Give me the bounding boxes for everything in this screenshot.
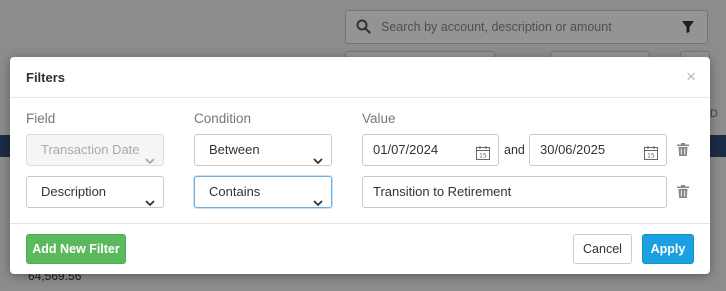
field-select-transaction-date: Transaction Date [26, 134, 164, 166]
modal-header: Filters × [10, 57, 710, 98]
filters-modal: Filters × Field Condition Value Transact… [10, 57, 710, 274]
value-column-label: Value [362, 111, 396, 126]
field-select-value: Transaction Date [41, 142, 140, 157]
date-to-value: 30/06/2025 [540, 142, 606, 157]
chevron-down-icon [313, 146, 323, 176]
modal-footer: Add New Filter Cancel Apply [10, 223, 710, 274]
calendar-icon[interactable]: 15 [475, 142, 491, 172]
trash-icon[interactable] [677, 143, 689, 159]
svg-text:15: 15 [647, 153, 655, 160]
cancel-button[interactable]: Cancel [573, 234, 632, 264]
condition-column-label: Condition [194, 111, 252, 126]
trash-icon[interactable] [677, 185, 689, 201]
and-label: and [504, 143, 525, 157]
add-new-filter-button[interactable]: Add New Filter [26, 234, 126, 264]
date-to-input[interactable]: 30/06/2025 15 [529, 134, 667, 166]
field-select-value: Description [41, 184, 107, 199]
calendar-icon[interactable]: 15 [643, 142, 659, 172]
close-icon[interactable]: × [686, 67, 696, 87]
date-from-value: 01/07/2024 [373, 142, 439, 157]
description-value-input[interactable]: Transition to Retirement [362, 176, 667, 208]
date-from-input[interactable]: 01/07/2024 15 [362, 134, 499, 166]
chevron-down-icon [145, 146, 155, 176]
condition-select-contains[interactable]: Contains [194, 176, 332, 208]
field-column-label: Field [26, 111, 56, 126]
condition-select-value: Between [209, 142, 260, 157]
field-select-description[interactable]: Description [26, 176, 164, 208]
svg-text:15: 15 [479, 153, 487, 160]
chevron-down-icon [145, 188, 155, 218]
condition-select-value: Contains [209, 184, 261, 199]
condition-select-between[interactable]: Between [194, 134, 332, 166]
modal-title: Filters [26, 70, 66, 85]
description-value: Transition to Retirement [373, 184, 512, 199]
apply-button[interactable]: Apply [642, 234, 694, 264]
chevron-down-icon [313, 188, 323, 218]
